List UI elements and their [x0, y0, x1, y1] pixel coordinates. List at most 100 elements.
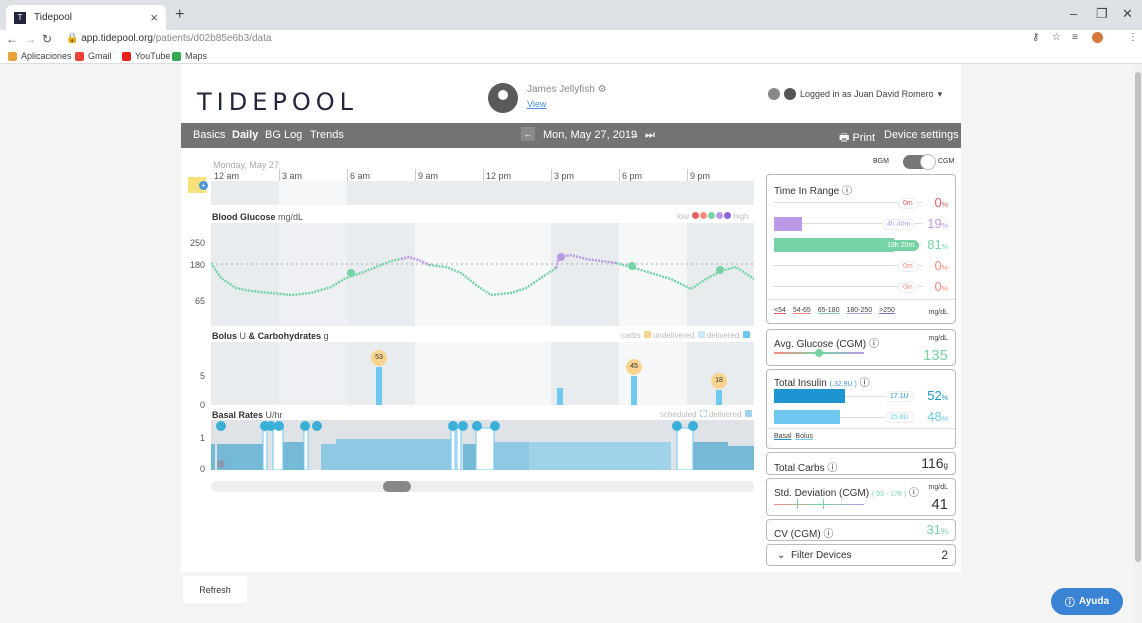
- std-dev-card[interactable]: Std. Deviation (CGM) ( 93 - 176 ) ⓘ mg/d…: [766, 478, 956, 516]
- cv-card[interactable]: CV (CGM) ⓘ 31%: [766, 519, 956, 541]
- bookmark-youtube[interactable]: YouTube: [122, 51, 170, 61]
- bolus-bar[interactable]: [376, 367, 382, 405]
- view-profile-link[interactable]: View: [527, 99, 546, 109]
- address-bar: ← → ↻ 🔒 app.tidepool.org/patients/d02b85…: [0, 30, 1142, 48]
- info-icon[interactable]: ⓘ: [869, 339, 879, 350]
- bookmark-apps[interactable]: Aplicaciones: [8, 51, 72, 61]
- basal-graph: [211, 421, 754, 470]
- chevron-down-icon: ▾: [937, 88, 943, 99]
- hour-label: 9 pm: [690, 171, 711, 181]
- bookmark-gmail[interactable]: Gmail: [75, 51, 112, 61]
- key-icon[interactable]: ⚷: [1032, 32, 1039, 43]
- navbar: Basics Daily BG Log Trends ← Mon, May 27…: [181, 123, 961, 148]
- tir-percent: 0%: [934, 279, 948, 294]
- prev-day-button[interactable]: ←: [521, 127, 535, 141]
- tab-title: Tidepool: [34, 12, 72, 23]
- hour-label: 3 pm: [554, 171, 575, 181]
- basal-tab[interactable]: Basal: [774, 433, 792, 440]
- carb-circle[interactable]: 45: [626, 359, 642, 375]
- bolus-bar[interactable]: [631, 376, 637, 405]
- avg-glucose-card[interactable]: Avg. Glucose (CGM) ⓘ mg/dL 135: [766, 329, 956, 366]
- tab-bg-log[interactable]: BG Log: [265, 129, 302, 141]
- profile-avatar[interactable]: [1092, 32, 1103, 43]
- avg-glucose-marker: [815, 349, 823, 357]
- reading-list-icon[interactable]: ≡: [1072, 32, 1078, 43]
- total-carbs-title: Total Carbs ⓘ: [774, 463, 838, 474]
- chart-scroll-handle[interactable]: [383, 481, 411, 492]
- star-icon[interactable]: ☆: [1052, 32, 1061, 43]
- filter-devices-count: 2: [941, 548, 948, 562]
- patient-name: James Jellyfish ⚙: [527, 84, 607, 95]
- browser-tab[interactable]: T Tidepool ×: [6, 5, 166, 30]
- hour-label: 9 am: [418, 171, 439, 181]
- tab-basics[interactable]: Basics: [193, 129, 225, 141]
- day-label: Monday, May 27: [213, 160, 279, 170]
- youtube-icon: [122, 51, 131, 61]
- bolus-tab[interactable]: Bolus: [795, 433, 813, 440]
- bookmark-maps[interactable]: Maps: [172, 51, 207, 61]
- info-icon[interactable]: ⓘ: [860, 378, 870, 389]
- bolus-section-title: Bolus U & Carbohydrates g: [212, 331, 329, 341]
- login-menu[interactable]: Logged in as Juan David Romero ▾: [768, 88, 942, 100]
- gmail-icon: [75, 51, 84, 61]
- carb-circle[interactable]: 53: [371, 350, 387, 366]
- avg-glucose-title: Avg. Glucose (CGM) ⓘ: [774, 339, 879, 350]
- tir-percent: 0%: [934, 195, 948, 210]
- next-day-button[interactable]: →: [629, 129, 640, 141]
- bg-trace: [211, 253, 754, 297]
- total-carbs-card[interactable]: Total Carbs ⓘ 116g: [766, 452, 956, 475]
- tir-percent: 0%: [934, 258, 948, 273]
- avg-glucose-value: 135: [922, 347, 948, 364]
- print-button[interactable]: 🖶 Print: [839, 129, 875, 148]
- std-dev-value: 41: [931, 496, 948, 513]
- new-tab-icon[interactable]: +: [175, 6, 184, 24]
- page-scrollbar[interactable]: [1134, 64, 1142, 623]
- back-icon[interactable]: ←: [6, 32, 18, 46]
- help-button[interactable]: ⓘ Ayuda: [1051, 588, 1123, 615]
- maximize-icon[interactable]: ❐: [1096, 6, 1108, 22]
- tab-trends[interactable]: Trends: [310, 129, 344, 141]
- info-icon[interactable]: ⓘ: [827, 463, 837, 474]
- tir-unit: mg/dL: [928, 309, 948, 316]
- menu-icon[interactable]: ⋮: [1128, 32, 1138, 43]
- std-dev-unit: mg/dL: [928, 484, 948, 491]
- refresh-button[interactable]: Refresh: [183, 576, 247, 603]
- reload-icon[interactable]: ↻: [42, 32, 52, 46]
- filter-devices-title: ⌄ Filter Devices: [777, 550, 852, 561]
- forward-icon[interactable]: →: [24, 32, 36, 46]
- support-icon[interactable]: [768, 88, 780, 100]
- bg-tick: 250: [189, 238, 205, 248]
- close-tab-icon[interactable]: ×: [150, 10, 158, 25]
- total-insulin-card[interactable]: Total Insulin ( 32.9U ) ⓘ 17.1U 52% 15.8…: [766, 369, 956, 449]
- total-insulin-title: Total Insulin ( 32.9U ) ⓘ: [774, 378, 870, 389]
- patient-avatar: [488, 83, 518, 113]
- info-icon[interactable]: ⓘ: [823, 529, 833, 540]
- device-settings-button[interactable]: Device settings: [884, 129, 959, 141]
- minimize-icon[interactable]: –: [1070, 6, 1077, 21]
- tidepool-logo[interactable]: TIDEPOOL: [197, 88, 358, 116]
- filter-devices-dropdown[interactable]: ⌄ Filter Devices 2: [766, 544, 956, 566]
- url-field[interactable]: 🔒 app.tidepool.org/patients/d02b85e6b3/d…: [66, 33, 271, 44]
- bolus-bar[interactable]: [557, 388, 563, 405]
- tab-daily[interactable]: Daily: [232, 129, 258, 141]
- carb-circle[interactable]: 18: [711, 373, 727, 389]
- hour-label: 12 pm: [486, 171, 512, 181]
- bg-tick: 180: [189, 260, 205, 270]
- close-window-icon[interactable]: ✕: [1122, 6, 1133, 22]
- gear-icon[interactable]: ⚙: [598, 84, 607, 95]
- chevron-down-icon: ⌄: [777, 550, 786, 561]
- tir-row: 4h 40m: [774, 217, 922, 231]
- cgm-label: CGM: [938, 158, 955, 165]
- most-recent-button[interactable]: ⏭: [645, 129, 655, 142]
- time-in-range-card[interactable]: Time In Range ⓘ 0m 0% 4h 40m 19% 19h 20m…: [766, 174, 956, 324]
- add-note-icon[interactable]: +: [199, 181, 208, 190]
- bolus-insulin-value: 15.8U: [885, 412, 914, 423]
- basal-tick: 0: [199, 464, 205, 474]
- bolus-bar[interactable]: [716, 390, 722, 405]
- basal-insulin-bar: [774, 389, 845, 403]
- tir-percent: 81%: [927, 237, 948, 252]
- browser-tab-bar: T Tidepool × + – ❐ ✕: [0, 0, 1142, 30]
- tir-range-labels: <54 54-65 65-180 180-250 >250: [774, 307, 895, 314]
- info-icon[interactable]: ⓘ: [909, 488, 919, 499]
- chart-scroll-track[interactable]: [211, 481, 754, 492]
